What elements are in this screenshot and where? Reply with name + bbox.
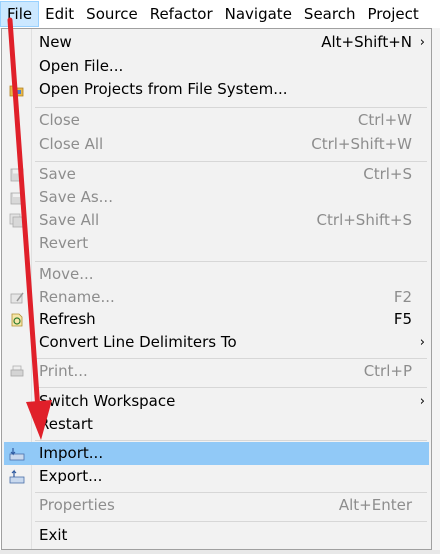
menu-bar: File Edit Source Refactor Navigate Searc…	[0, 0, 440, 29]
menu-item-save[interactable]: Save Ctrl+S	[4, 163, 429, 186]
menu-item-label: Open File...	[39, 57, 124, 75]
menu-item-shortcut: Ctrl+P	[363, 362, 412, 380]
separator	[35, 358, 427, 359]
open-projects-icon	[9, 82, 25, 98]
menu-navigate[interactable]: Navigate	[219, 1, 298, 27]
save-icon	[9, 167, 25, 183]
menu-search[interactable]: Search	[298, 1, 362, 27]
separator	[35, 440, 427, 441]
menu-item-refresh[interactable]: Refresh F5	[4, 308, 429, 331]
menu-item-label: Restart	[39, 415, 93, 433]
menu-item-shortcut: F2	[393, 288, 412, 306]
menu-item-shortcut: Ctrl+S	[363, 165, 412, 183]
menu-item-label: New	[39, 33, 72, 51]
menu-project[interactable]: Project	[361, 1, 424, 27]
menu-item-open-projects[interactable]: Open Projects from File System...	[4, 78, 429, 101]
menu-item-shortcut: Ctrl+Shift+S	[316, 211, 412, 229]
rename-icon	[9, 290, 25, 306]
separator	[35, 261, 427, 262]
menu-item-label: Close All	[39, 135, 104, 153]
menu-item-label: Import...	[39, 444, 104, 462]
separator	[35, 161, 427, 162]
eclipse-window: File Edit Source Refactor Navigate Searc…	[0, 0, 440, 554]
menu-refactor[interactable]: Refactor	[144, 1, 219, 27]
menu-item-shortcut: Alt+Shift+N	[321, 33, 412, 51]
separator	[35, 521, 427, 522]
menu-item-save-all[interactable]: Save All Ctrl+Shift+S	[4, 209, 429, 232]
menu-source[interactable]: Source	[80, 1, 144, 27]
menu-item-export[interactable]: Export...	[4, 465, 429, 488]
file-menu: New Alt+Shift+N › Open File... Open Proj…	[1, 28, 432, 550]
submenu-arrow-icon: ›	[419, 35, 425, 50]
menu-item-print[interactable]: Print... Ctrl+P	[4, 360, 429, 383]
menu-item-switch-workspace[interactable]: Switch Workspace ›	[4, 390, 429, 413]
menu-item-label: Refresh	[39, 310, 96, 328]
submenu-arrow-icon: ›	[419, 394, 425, 409]
menu-item-new[interactable]: New Alt+Shift+N ›	[4, 31, 429, 54]
separator	[35, 107, 427, 108]
menu-item-label: Switch Workspace	[39, 392, 176, 410]
menu-edit[interactable]: Edit	[39, 1, 80, 27]
save-all-icon	[9, 213, 25, 229]
menu-item-label: Print...	[39, 362, 88, 380]
menu-item-label: Revert	[39, 234, 89, 252]
menu-item-label: Properties	[39, 496, 115, 514]
menu-item-shortcut: F5	[393, 310, 412, 328]
status-background	[0, 550, 440, 554]
menu-item-label: Save All	[39, 211, 100, 229]
menu-item-import[interactable]: Import...	[4, 442, 429, 465]
menu-item-label: Move...	[39, 265, 94, 283]
menu-item-properties[interactable]: Properties Alt+Enter	[4, 494, 429, 517]
menu-item-label: Open Projects from File System...	[39, 80, 288, 98]
menu-item-label: Rename...	[39, 288, 115, 306]
menu-item-rename[interactable]: Rename... F2	[4, 286, 429, 309]
menu-item-label: Save	[39, 165, 76, 183]
menu-item-label: Save As...	[39, 188, 113, 206]
editor-background	[432, 28, 440, 554]
menu-file[interactable]: File	[0, 1, 40, 27]
menu-item-restart[interactable]: Restart	[4, 413, 429, 436]
menu-item-label: Close	[39, 111, 80, 129]
menu-item-close[interactable]: Close Ctrl+W	[4, 109, 429, 132]
menu-item-label: Exit	[39, 526, 68, 544]
menu-item-move[interactable]: Move...	[4, 263, 429, 286]
menu-item-exit[interactable]: Exit	[4, 524, 429, 547]
separator	[35, 387, 427, 388]
submenu-arrow-icon: ›	[419, 335, 425, 350]
print-icon	[9, 364, 25, 380]
menu-item-label: Export...	[39, 467, 103, 485]
menu-item-shortcut: Ctrl+W	[357, 111, 412, 129]
refresh-icon	[9, 312, 25, 328]
menu-item-open-file[interactable]: Open File...	[4, 55, 429, 78]
menu-item-convert-line-delimiters[interactable]: Convert Line Delimiters To ›	[4, 331, 429, 354]
menu-item-label: Convert Line Delimiters To	[39, 333, 237, 351]
save-as-icon	[9, 190, 25, 206]
menu-item-shortcut: Alt+Enter	[338, 496, 412, 514]
menu-item-shortcut: Ctrl+Shift+W	[311, 135, 412, 153]
export-icon	[9, 469, 25, 485]
menu-item-save-as[interactable]: Save As...	[4, 186, 429, 209]
menu-item-close-all[interactable]: Close All Ctrl+Shift+W	[4, 133, 429, 156]
menu-item-revert[interactable]: Revert	[4, 232, 429, 255]
separator	[35, 492, 427, 493]
import-icon	[9, 446, 25, 462]
